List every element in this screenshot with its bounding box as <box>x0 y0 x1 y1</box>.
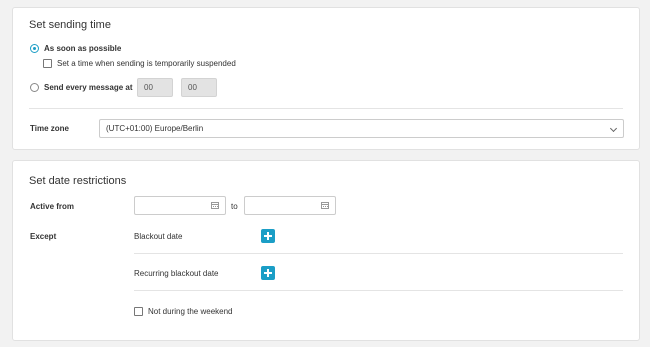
weekend-checkbox-row[interactable]: Not during the weekend <box>134 306 264 318</box>
recurring-blackout-label: Recurring blackout date <box>134 269 219 278</box>
active-to-input[interactable] <box>244 196 336 215</box>
timezone-value: (UTC+01:00) Europe/Berlin <box>106 124 204 133</box>
option-every-message-label: Send every message at <box>44 83 133 92</box>
hour-input[interactable]: 00 <box>137 78 173 97</box>
checkbox-icon[interactable] <box>134 307 143 316</box>
timezone-label: Time zone <box>30 124 69 133</box>
weekend-checkbox-label: Not during the weekend <box>148 307 233 316</box>
add-blackout-date-button[interactable] <box>261 229 275 243</box>
sending-time-title: Set sending time <box>29 19 111 31</box>
active-from-label: Active from <box>30 202 75 211</box>
chevron-down-icon <box>609 124 618 133</box>
calendar-icon[interactable] <box>321 202 329 209</box>
calendar-icon[interactable] <box>211 202 219 209</box>
to-label: to <box>231 202 238 211</box>
suspended-checkbox-row[interactable]: Set a time when sending is temporarily s… <box>43 58 273 70</box>
sending-time-card: Set sending time As soon as possible Set… <box>12 7 640 150</box>
radio-unselected-icon[interactable] <box>30 83 39 92</box>
option-asap-label: As soon as possible <box>44 44 122 53</box>
date-restrictions-title: Set date restrictions <box>29 175 127 187</box>
radio-selected-icon[interactable] <box>30 44 39 53</box>
blackout-divider <box>134 253 623 254</box>
option-asap[interactable]: As soon as possible <box>30 43 150 55</box>
add-recurring-blackout-button[interactable] <box>261 266 275 280</box>
date-restrictions-card: Set date restrictions Active from to Exc… <box>12 160 640 341</box>
option-every-message[interactable]: Send every message at <box>30 83 150 95</box>
sending-time-divider <box>29 108 623 109</box>
checkbox-icon[interactable] <box>43 59 52 68</box>
suspended-checkbox-label: Set a time when sending is temporarily s… <box>57 59 236 68</box>
minute-input[interactable]: 00 <box>181 78 217 97</box>
active-from-input[interactable] <box>134 196 226 215</box>
recurring-divider <box>134 290 623 291</box>
except-label: Except <box>30 232 57 241</box>
timezone-select[interactable]: (UTC+01:00) Europe/Berlin <box>99 119 624 138</box>
blackout-date-label: Blackout date <box>134 232 183 241</box>
